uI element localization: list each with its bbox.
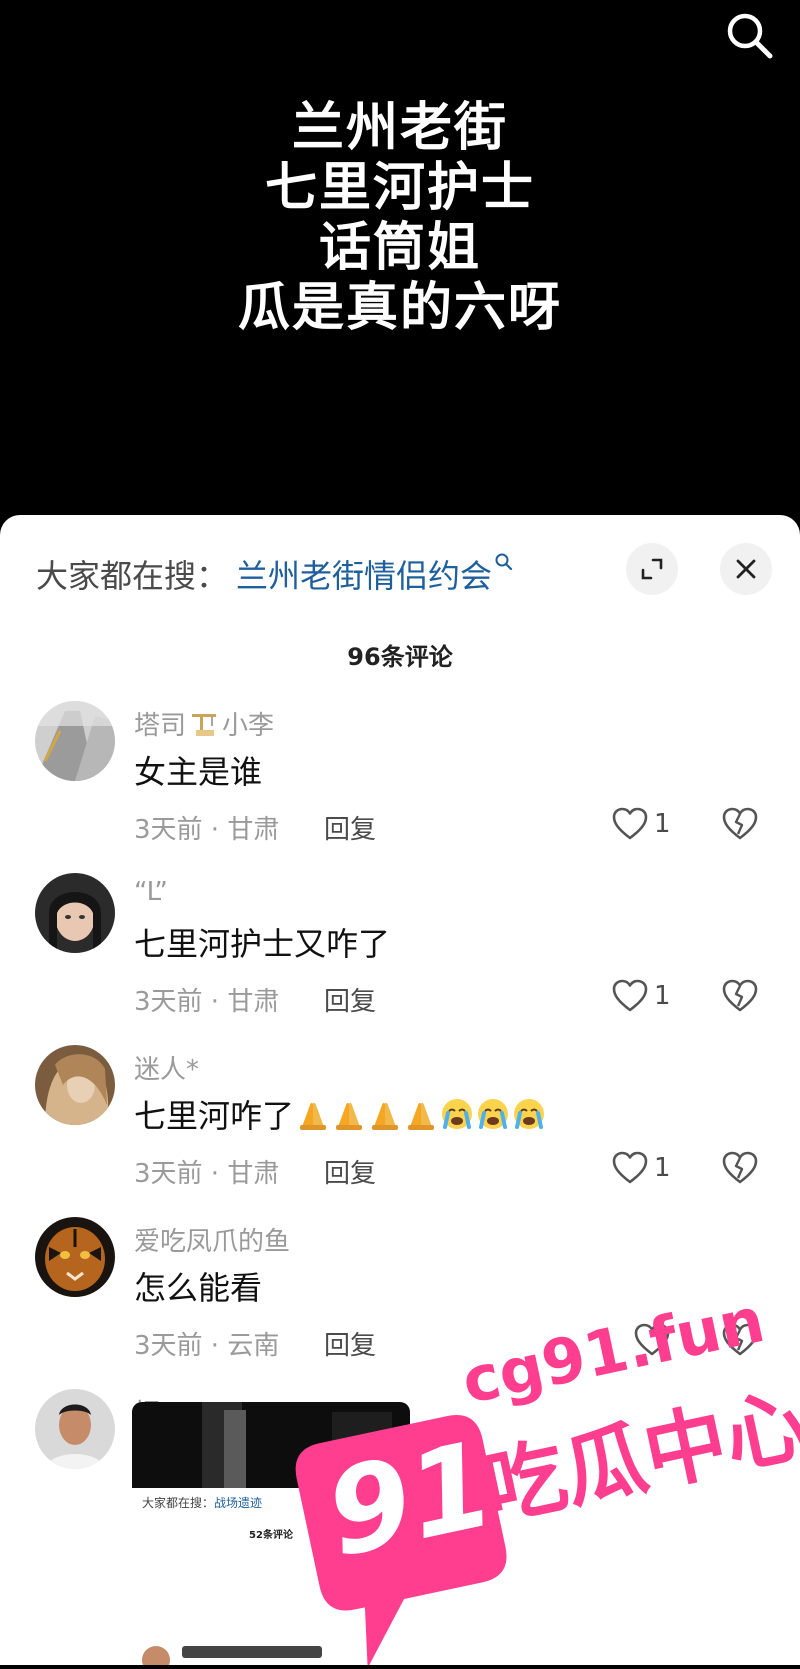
search-button[interactable] [722,8,778,64]
comment-item: “L” 七里河护士又咋了 3天前 · 甘肃 回复 1 [0,873,800,1043]
crying-emoji [478,1099,509,1129]
like-count: 1 [654,809,671,839]
overlay-line: 话筒姐 [318,218,481,278]
like-count: 1 [654,1153,671,1183]
pray-emoji [336,1102,363,1130]
hot-search-bar: 大家都在搜： 兰州老街情侣约会 [36,543,776,599]
reply-button[interactable]: 回复 [324,1153,376,1190]
like-button[interactable]: 1 [612,979,682,1019]
crying-emoji [514,1099,545,1129]
dislike-button[interactable] [722,979,758,1015]
watermark: 91 cg91.fun 吃瓜中心 [270,1280,800,1669]
dislike-button[interactable] [722,807,758,843]
hot-search-query: 兰州老街情侣约会 [236,557,493,595]
comment-item: 迷人* 七里河咋了 3天前 · 甘肃 回复 1 [0,1045,800,1215]
crying-emoji [442,1099,473,1129]
hot-search-link[interactable]: 兰州老街情侣约会 [236,551,514,597]
comment-username[interactable]: 爱吃凤爪的鱼 [134,1221,290,1258]
comment-username[interactable]: 迷人* [134,1049,199,1086]
avatar[interactable] [35,1045,115,1125]
reply-button[interactable]: 回复 [324,809,376,846]
pray-emoji [408,1102,435,1130]
broken-heart-icon [722,1151,758,1184]
comment-meta: 3天前 · 甘肃 [134,815,280,845]
username-text: 塔司 [134,711,187,741]
avatar[interactable] [35,873,115,953]
comment-text: 七里河护士又咋了 [134,925,391,963]
dislike-button[interactable] [722,1151,758,1187]
pray-emoji [372,1102,399,1130]
like-button[interactable]: 1 [612,1151,682,1191]
comment-item: 塔司 小李 女主是谁 3天前 · 甘肃 回复 1 [0,701,800,871]
video-overlay-text: 兰州老街 七里河护士 话筒姐 瓜是真的六呀 [0,98,800,338]
overlay-line: 瓜是真的六呀 [237,278,562,338]
comment-text: 怎么能看 [134,1269,263,1307]
username-suffix: 小李 [222,711,275,741]
comment-username[interactable]: 塔司 小李 [134,705,274,742]
comment-text: 七里河咋了 [134,1091,546,1137]
thumb-hot-search: 大家都在搜：战场遗迹 [142,1494,262,1511]
avatar[interactable] [35,701,115,781]
thumb-hot-prefix: 大家都在搜： [142,1496,215,1510]
comment-meta: 3天前 · 甘肃 [134,987,280,1017]
heart-icon [612,979,648,1012]
comment-count: 96条评论 [347,643,453,671]
avatar[interactable] [35,1389,115,1469]
expand-icon [641,558,663,580]
search-icon [727,13,773,59]
pray-emoji [300,1102,327,1130]
overlay-line: 七里河护士 [264,158,535,218]
heart-icon [612,1151,648,1184]
comment-text: 女主是谁 [134,753,263,791]
thumb-hot-query: 战场遗迹 [214,1496,263,1510]
hot-search-label: 大家都在搜： [36,557,229,595]
comment-meta: 3天前 · 云南 [134,1331,280,1361]
close-icon [736,559,756,579]
video-area[interactable]: 兰州老街 七里河护士 话筒姐 瓜是真的六呀 [0,0,800,520]
broken-heart-icon [722,807,758,840]
like-count: 1 [654,981,671,1011]
comment-username[interactable]: “L” [134,877,168,907]
heart-icon [612,807,648,840]
comment-meta: 3天前 · 甘肃 [134,1159,280,1189]
reply-button[interactable]: 回复 [324,981,376,1018]
like-button[interactable]: 1 [612,807,682,847]
crane-icon [192,714,217,736]
avatar[interactable] [35,1217,115,1297]
expand-button[interactable] [626,543,678,595]
overlay-line: 兰州老街 [291,98,508,158]
comment-text-body: 七里河咋了 [134,1097,295,1135]
close-button[interactable] [720,543,772,595]
broken-heart-icon [722,979,758,1012]
small-search-icon [495,553,513,571]
